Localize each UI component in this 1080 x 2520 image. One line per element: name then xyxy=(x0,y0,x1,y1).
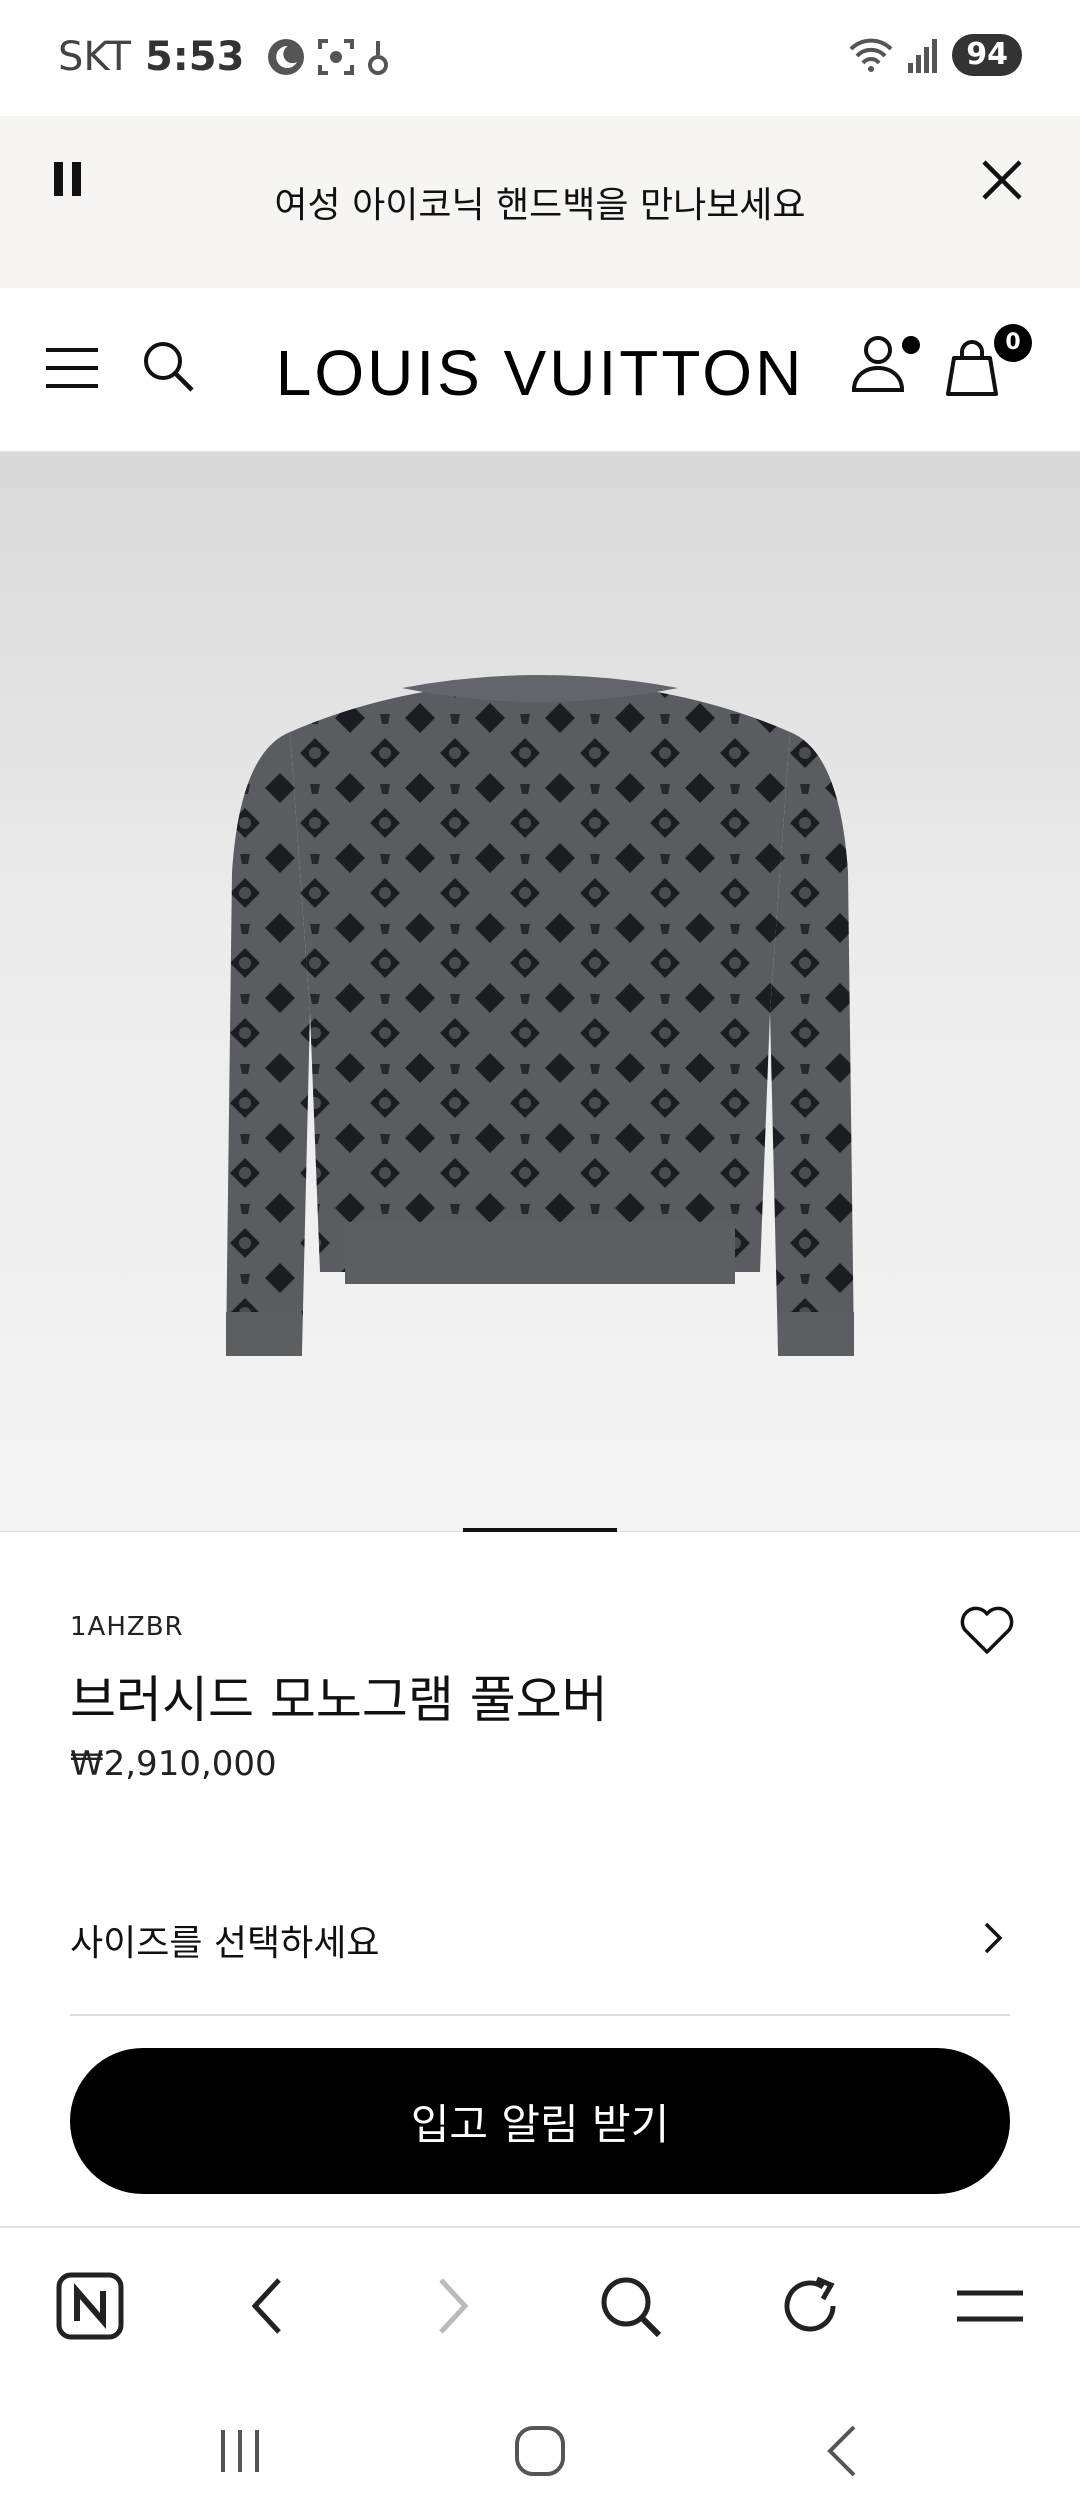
refresh-icon xyxy=(784,2276,836,2332)
signal-icon xyxy=(908,39,938,73)
home-button[interactable] xyxy=(500,2416,580,2486)
carrier-label: SKT xyxy=(58,34,131,80)
size-selector-label: 사이즈를 선택하세요 xyxy=(70,1923,380,1964)
back-icon xyxy=(827,2425,856,2477)
sweater-image xyxy=(226,675,854,1356)
product-title: 브러시드 모노그램 풀오버 xyxy=(70,1671,608,1729)
browser-search-button[interactable] xyxy=(592,2268,668,2344)
naver-home-button[interactable] xyxy=(52,2268,128,2344)
chevron-right-icon xyxy=(984,1922,1003,1954)
menu-icon xyxy=(957,2290,1023,2322)
browser-toolbar xyxy=(0,2226,1080,2376)
home-icon xyxy=(515,2426,565,2476)
browser-menu-button[interactable] xyxy=(952,2268,1028,2344)
screen-capture-icon xyxy=(318,39,355,75)
notification-dot xyxy=(902,336,920,354)
product-image[interactable] xyxy=(0,452,1080,1532)
back-icon xyxy=(251,2278,281,2334)
browser-back-button[interactable] xyxy=(230,2268,306,2344)
heart-icon[interactable] xyxy=(958,1604,1016,1656)
forward-icon xyxy=(439,2278,469,2334)
site-header: LOUIS VUITTON 0 xyxy=(0,288,1080,452)
battery-level: 94 xyxy=(952,34,1022,76)
promo-text[interactable]: 여성 아이코닉 핸드백을 만나보세요 xyxy=(0,176,1080,228)
promo-banner: 여성 아이코닉 핸드백을 만나보세요 xyxy=(0,116,1080,288)
size-selector[interactable]: 사이즈를 선택하세요 xyxy=(70,1876,1010,2016)
recent-apps-icon xyxy=(221,2430,259,2472)
cart-count-badge: 0 xyxy=(994,324,1032,362)
recent-apps-button[interactable] xyxy=(200,2416,280,2486)
system-back-button[interactable] xyxy=(802,2416,882,2486)
shopping-bag-icon[interactable] xyxy=(944,336,1000,396)
hand-icon xyxy=(368,41,389,75)
notify-restock-button[interactable]: 입고 알림 받기 xyxy=(70,2048,1010,2194)
moon-icon xyxy=(268,39,305,75)
carousel-indicator xyxy=(463,1528,617,1532)
product-sku: 1AHZBR xyxy=(70,1612,184,1642)
naver-home-icon xyxy=(56,2272,124,2340)
browser-forward-button[interactable] xyxy=(414,2268,490,2344)
wifi-icon xyxy=(849,38,893,72)
browser-refresh-button[interactable] xyxy=(772,2268,848,2344)
product-price: ₩2,910,000 xyxy=(70,1744,277,1784)
status-bar: SKT 5:53 94 xyxy=(0,0,1080,116)
system-navigation-bar xyxy=(0,2376,1080,2520)
close-icon[interactable] xyxy=(974,152,1030,208)
search-icon xyxy=(601,2277,662,2338)
clock: 5:53 xyxy=(144,34,245,80)
